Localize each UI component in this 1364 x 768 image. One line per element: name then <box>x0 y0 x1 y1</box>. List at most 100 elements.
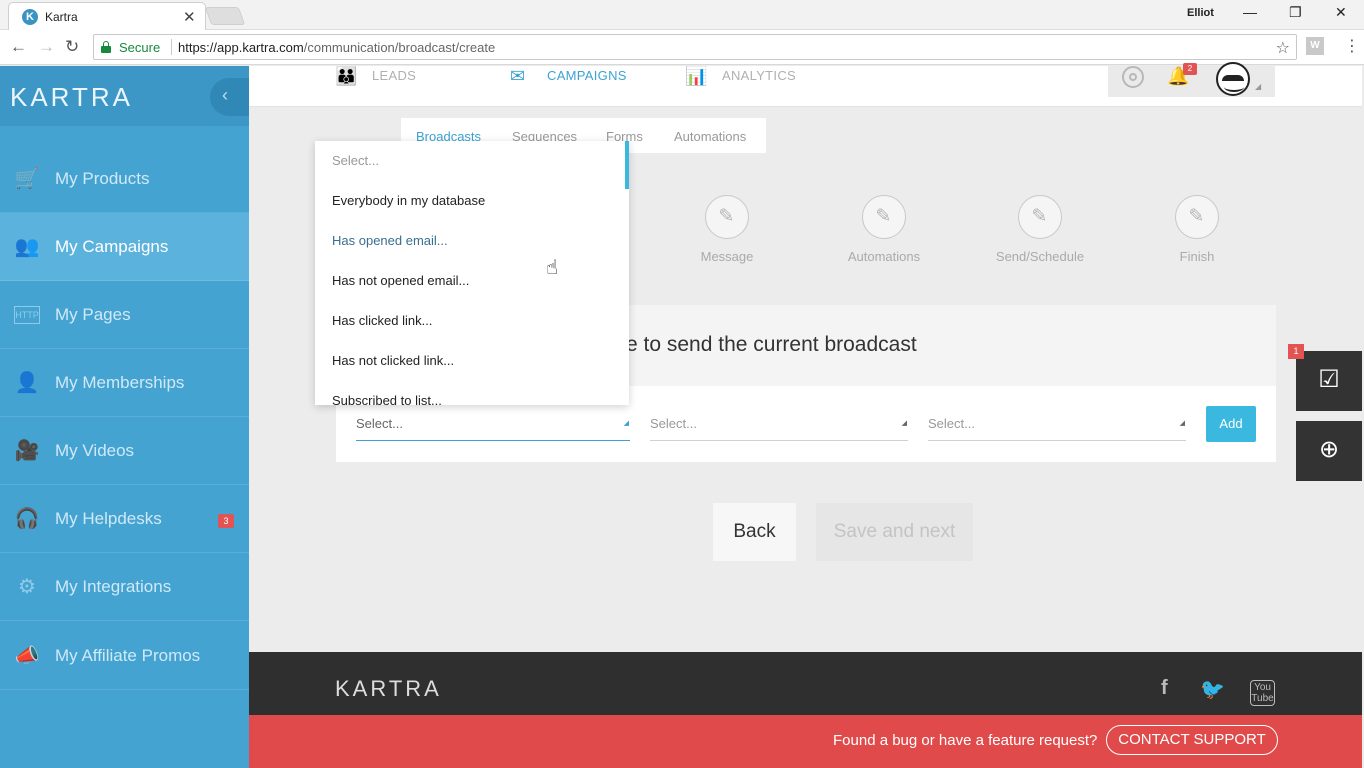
facebook-icon[interactable]: f <box>1161 677 1168 700</box>
condition-dropdown: Select... Everybody in my database Has o… <box>315 141 629 405</box>
url-host: https://app.kartra.com <box>178 40 304 55</box>
megaphone-icon: 📣 <box>14 645 40 667</box>
gear-icon: ⚙ <box>18 576 36 598</box>
nav-label: ANALYTICS <box>722 68 796 83</box>
condition-select[interactable]: Select... ◢ <box>356 405 630 441</box>
headset-icon: 🎧 <box>14 508 40 530</box>
youtube-icon[interactable]: You Tube <box>1250 680 1275 706</box>
extra-select[interactable]: Select... ◢ <box>928 405 1186 441</box>
select-value: Select... <box>928 416 975 431</box>
sidebar-item-label: My Affiliate Promos <box>55 646 201 665</box>
user-area: 🔔 2 ◢ <box>1108 62 1275 97</box>
video-icon: 🎥 <box>14 440 40 462</box>
select-value: Select... <box>356 416 403 431</box>
avatar[interactable] <box>1216 62 1250 96</box>
pencil-icon: ✎ <box>1031 206 1048 227</box>
sidebar-item-label: My Integrations <box>55 577 172 596</box>
step-circle: ✎ <box>705 195 749 239</box>
dropdown-option[interactable]: Has not opened email... <box>332 273 469 288</box>
sidebar-item-products[interactable]: 🛒 My Products <box>0 145 249 213</box>
window-close-icon[interactable]: ✕ <box>1335 4 1347 21</box>
step-message[interactable]: ✎ Message <box>667 195 787 265</box>
address-bar-row: ← → ↻ Secure https://app.kartra.com/comm… <box>0 30 1364 65</box>
dropdown-option[interactable]: Has not clicked link... <box>332 353 454 368</box>
support-button[interactable]: ⊕ <box>1296 421 1362 481</box>
step-send-schedule[interactable]: ✎ Send/Schedule <box>980 195 1100 265</box>
checklist-button[interactable]: ☑ <box>1296 351 1362 411</box>
dropdown-scrollbar[interactable] <box>625 141 629 189</box>
save-and-next-button[interactable]: Save and next <box>816 503 973 561</box>
bookmark-star-icon[interactable]: ☆ <box>1276 38 1290 58</box>
tab-close-icon[interactable]: ✕ <box>183 8 196 26</box>
step-circle: ✎ <box>862 195 906 239</box>
forward-arrow-icon[interactable]: → <box>38 37 55 57</box>
leads-icon: 👪 <box>335 66 358 86</box>
contact-support-button[interactable]: CONTACT SUPPORT <box>1106 725 1278 755</box>
sidebar-item-memberships[interactable]: 👤 My Memberships <box>0 349 249 417</box>
nav-label: LEADS <box>372 68 417 83</box>
reload-icon[interactable]: ↻ <box>65 37 79 57</box>
restore-icon[interactable]: ❐ <box>1289 4 1302 21</box>
dropdown-option[interactable]: Everybody in my database <box>332 193 485 208</box>
sidebar-item-pages[interactable]: HTTP My Pages <box>0 281 249 349</box>
footer-logo: KARTRA <box>335 676 442 701</box>
sidebar-item-label: My Campaigns <box>55 237 169 256</box>
sidebar-collapse-button[interactable]: ‹ <box>210 78 249 116</box>
sidebar-item-integrations[interactable]: ⚙ My Integrations <box>0 553 249 621</box>
step-automations[interactable]: ✎ Automations <box>824 195 944 265</box>
step-label: Message <box>700 249 754 264</box>
new-tab-button[interactable] <box>204 7 246 25</box>
bug-report-text: Found a bug or have a feature request? <box>833 732 1098 749</box>
select-value: Select... <box>650 416 697 431</box>
extension-icon[interactable]: W <box>1306 37 1324 55</box>
step-label: Automations <box>847 249 921 264</box>
http-page-icon: HTTP <box>14 306 40 324</box>
checklist-icon: ☑ <box>1318 366 1340 393</box>
notification-badge: 2 <box>1183 63 1197 75</box>
url-path: /communication/broadcast/create <box>303 40 496 55</box>
cart-icon: 🛒 <box>14 168 40 190</box>
bug-report-bar: Found a bug or have a feature request? C… <box>249 715 1362 768</box>
kartra-logo[interactable]: KARTRA <box>10 82 133 113</box>
analytics-icon: 📊 <box>685 66 708 86</box>
url-text: https://app.kartra.com/communication/bro… <box>178 40 495 55</box>
campaigns-icon: ✉ <box>510 66 526 86</box>
sidebar-item-affiliate-promos[interactable]: 📣 My Affiliate Promos <box>0 622 249 690</box>
lock-icon <box>101 41 111 53</box>
sidebar-item-label: My Helpdesks <box>55 509 162 528</box>
tab-automations[interactable]: Automations <box>674 129 746 144</box>
sidebar-header: KARTRA ‹ <box>0 66 249 126</box>
sidebar-item-videos[interactable]: 🎥 My Videos <box>0 417 249 485</box>
member-icon: 👤 <box>14 372 40 394</box>
dropdown-option[interactable]: Has opened email... <box>332 233 448 248</box>
caret-down-icon[interactable]: ◢ <box>1255 82 1261 91</box>
minimize-icon[interactable]: — <box>1243 4 1257 20</box>
caret-icon: ◢ <box>901 420 907 427</box>
help-target-icon[interactable] <box>1122 66 1144 88</box>
kartra-favicon-icon: K <box>22 9 38 25</box>
back-button[interactable]: Back <box>713 503 796 561</box>
checklist-badge: 1 <box>1288 344 1304 359</box>
browser-tabbar: K Kartra ✕ Elliot — ❐ ✕ <box>0 0 1364 30</box>
step-finish[interactable]: ✎ Finish <box>1137 195 1257 265</box>
sidebar-item-helpdesks[interactable]: 🎧 My Helpdesks 3 <box>0 485 249 553</box>
dropdown-option[interactable]: Select... <box>332 153 379 168</box>
step-circle: ✎ <box>1018 195 1062 239</box>
sidebar-item-campaigns[interactable]: 👥 My Campaigns <box>0 213 249 281</box>
sidebar-item-label: My Products <box>55 169 150 188</box>
step-label: Send/Schedule <box>995 249 1085 264</box>
helpdesk-count-badge: 3 <box>218 514 234 528</box>
url-input[interactable]: Secure https://app.kartra.com/communicat… <box>93 34 1297 60</box>
value-select[interactable]: Select... ◢ <box>650 405 908 441</box>
twitter-icon[interactable]: 🐦 <box>1200 677 1225 702</box>
add-button[interactable]: Add <box>1206 406 1256 442</box>
dropdown-option[interactable]: Has clicked link... <box>332 313 432 328</box>
pencil-icon: ✎ <box>875 206 892 227</box>
profile-name[interactable]: Elliot <box>1187 7 1214 19</box>
browser-tab[interactable]: K Kartra ✕ <box>8 2 206 30</box>
sidebar-item-label: My Pages <box>55 305 131 324</box>
dropdown-option[interactable]: Subscribed to list... <box>332 393 442 405</box>
back-arrow-icon[interactable]: ← <box>10 37 27 57</box>
sidebar-item-label: My Videos <box>55 441 135 460</box>
browser-menu-icon[interactable]: ⋮ <box>1344 36 1360 56</box>
